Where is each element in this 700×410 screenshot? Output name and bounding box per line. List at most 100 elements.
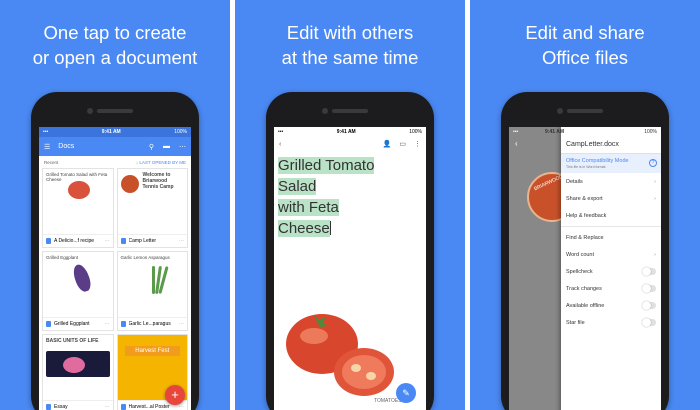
menu-item-available-offline[interactable]: Available offline <box>561 297 661 314</box>
cell-image <box>63 357 85 373</box>
phone: ••• 9:41 AM 100% ☰ Docs ⚲ ▬ ⋯ Recent ↓ L… <box>31 92 199 410</box>
file-thumbnail: Welcome to Briarwood Tennis Camp <box>118 169 188 234</box>
doc-icon <box>46 238 51 244</box>
headline-line-1: One tap to create <box>43 22 187 43</box>
menu-item-label: Track changes <box>566 285 602 292</box>
menu-item-label: Available offline <box>566 302 605 309</box>
menu-item-word-count[interactable]: Word count › <box>561 246 661 263</box>
asparagus-image <box>151 266 155 294</box>
menu-item-star-file[interactable]: Star file <box>561 314 661 331</box>
more-icon[interactable]: ⋯ <box>105 404 110 410</box>
camera <box>322 108 328 114</box>
menu-item-find-replace[interactable]: Find & Replace <box>561 229 661 246</box>
signal-icon: ••• <box>43 129 49 135</box>
spellcheck-toggle[interactable] <box>642 267 656 276</box>
thumb-title: Grilled Eggplant <box>46 255 79 260</box>
signal-icon: ••• <box>513 129 519 135</box>
more-icon[interactable]: ⋯ <box>179 321 184 327</box>
file-name: Camp Letter <box>128 238 157 244</box>
screen: ••• 9:41 AM 100% ☰ Docs ⚲ ▬ ⋯ Recent ↓ L… <box>39 127 191 410</box>
file-name: Garlic Le...paragus <box>128 321 171 327</box>
text-cursor <box>329 221 331 235</box>
status-bar: ••• 9:41 AM 100% <box>274 127 426 137</box>
help-icon[interactable]: ? <box>649 159 657 167</box>
divider <box>561 226 661 227</box>
chevron-right-icon: › <box>654 195 656 202</box>
file-card[interactable]: Welcome to Briarwood Tennis Camp Camp Le… <box>116 168 188 248</box>
title-line: Salad <box>278 178 317 195</box>
camp-logo <box>120 175 139 193</box>
headline: Edit with others at the same time <box>235 20 465 70</box>
menu-item-spellcheck[interactable]: Spellcheck <box>561 263 661 280</box>
speaker <box>332 109 368 113</box>
panel-collaborate: Edit with others at the same time ••• 9:… <box>235 0 465 410</box>
back-icon[interactable]: ‹ <box>279 141 281 148</box>
folder-icon[interactable]: ▬ <box>163 143 170 150</box>
file-name: Grilled Eggplant <box>54 321 90 327</box>
menu-icon[interactable]: ☰ <box>44 143 50 151</box>
search-icon[interactable]: ⚲ <box>149 143 154 151</box>
menu-item-details[interactable]: Details › <box>561 173 661 190</box>
headline-line-1: Edit with others <box>286 22 414 43</box>
file-card[interactable]: Grilled Eggplant Grilled Eggplant ⋯ <box>42 251 114 331</box>
compat-title: Office Compatibility Mode <box>566 158 629 164</box>
chevron-right-icon: › <box>654 251 656 258</box>
more-icon[interactable]: ⋯ <box>105 238 110 244</box>
star-toggle[interactable] <box>642 318 656 327</box>
menu-item-help[interactable]: Help & feedback <box>561 207 661 224</box>
compat-mode-banner[interactable]: Office Compatibility Mode This file is i… <box>561 153 661 173</box>
file-name: Essay <box>54 404 68 410</box>
more-icon[interactable]: ⋯ <box>179 143 186 151</box>
doc-icon <box>46 321 51 327</box>
eggplant-image <box>70 262 94 294</box>
menu-item-label: Share & export <box>566 195 603 202</box>
speaker <box>97 109 133 113</box>
file-thumbnail: Grilled Eggplant <box>43 252 113 317</box>
file-card[interactable]: Garlic Lemon Asparagus Garlic Le...parag… <box>116 251 188 331</box>
track-changes-toggle[interactable] <box>642 284 656 293</box>
add-person-icon[interactable]: 👤 <box>383 140 392 148</box>
menu-item-share-export[interactable]: Share & export › <box>561 190 661 207</box>
headline-line-2: at the same time <box>281 47 419 68</box>
back-icon[interactable]: ‹ <box>509 137 569 150</box>
file-thumbnail: Garlic Lemon Asparagus <box>118 252 188 317</box>
thumb-title: Harvest Fest <box>124 346 180 356</box>
more-icon[interactable]: ⋯ <box>179 404 184 410</box>
headline: One tap to create or open a document <box>0 20 230 70</box>
file-thumbnail: BASIC UNITS OF LIFE <box>43 335 113 400</box>
comment-icon[interactable]: ▭ <box>399 140 406 148</box>
file-card-footer: Camp Letter ⋯ <box>117 234 187 247</box>
edit-button[interactable]: ✎ <box>396 383 416 403</box>
menu-item-label: Word count <box>566 251 595 258</box>
offline-toggle[interactable] <box>642 301 656 310</box>
menu-item-track-changes[interactable]: Track changes <box>561 280 661 297</box>
file-name: Harvest...al Poster <box>128 404 170 410</box>
status-bar: 9:41 AM 100% <box>545 127 661 137</box>
document-body[interactable]: Grilled Tomato Salad with Feta Cheese <box>274 151 426 239</box>
sort-label: LAST OPENED BY ME <box>139 159 186 165</box>
more-icon[interactable]: ⋯ <box>105 321 110 327</box>
file-grid: Grilled Tomato Salad with Feta Cheese A … <box>39 168 191 410</box>
sort-button[interactable]: ↓ LAST OPENED BY ME <box>136 160 186 165</box>
menu-item-label: Spellcheck <box>566 268 593 275</box>
recent-label: Recent <box>44 159 59 165</box>
file-card[interactable]: Grilled Tomato Salad with Feta Cheese A … <box>42 168 114 248</box>
seal-text: BRIARWOOD <box>533 173 565 193</box>
file-card[interactable]: BASIC UNITS OF LIFE Essay ⋯ <box>42 334 114 410</box>
file-thumbnail: Grilled Tomato Salad with Feta Cheese <box>43 169 113 234</box>
title-line: Cheese <box>278 220 330 237</box>
details-drawer: 9:41 AM 100% CampLetter.docx Office Comp… <box>545 127 661 410</box>
menu-item-label: Star file <box>566 319 585 326</box>
more-icon[interactable]: ⋮ <box>414 140 421 148</box>
headline-line-1: Edit and share <box>525 22 645 43</box>
phone: ••• 9:41 AM 100% ‹ 👤 ▭ ⋮ Grilled Tomato … <box>266 92 434 410</box>
headline-line-2: Office files <box>541 47 629 68</box>
more-icon[interactable]: ⋯ <box>179 238 184 244</box>
signal-icon: ••• <box>278 129 284 135</box>
compat-subtitle: This file is in Word format <box>566 165 606 169</box>
new-document-button[interactable]: + <box>165 385 185 405</box>
file-card-footer: Garlic Le...paragus ⋯ <box>117 317 187 330</box>
screen: ••• 9:41 AM 100% ‹ 👤 ▭ ⋮ Grilled Tomato … <box>274 127 426 410</box>
doc-icon <box>120 404 126 410</box>
status-time: 9:41 AM <box>545 129 564 135</box>
